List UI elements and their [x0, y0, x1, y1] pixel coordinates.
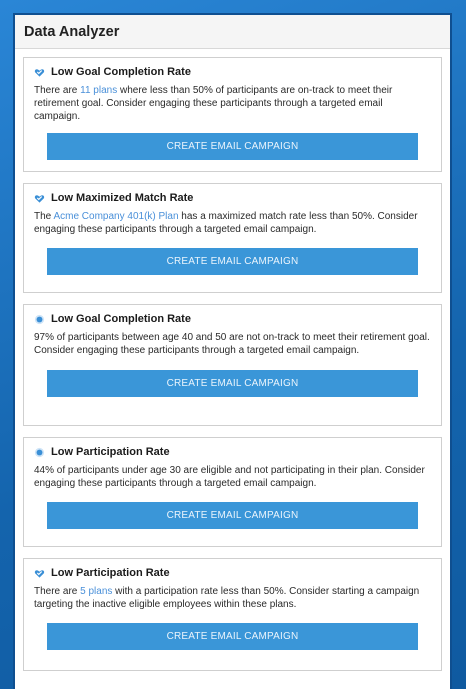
card-title-row: Low Maximized Match Rate: [34, 192, 431, 204]
target-icon: [34, 447, 45, 457]
heart-badge-icon: [34, 194, 45, 203]
plans-link[interactable]: 11 plans: [80, 85, 117, 96]
create-email-campaign-button[interactable]: CREATE EMAIL CAMPAIGN: [47, 502, 418, 529]
card-title-row: Low Goal Completion Rate: [34, 313, 431, 325]
card-description: 44% of participants under age 30 are eli…: [34, 464, 431, 490]
data-analyzer-panel: Data Analyzer Low Goal Completion Rate T…: [13, 13, 452, 689]
card-description: There are 5 plans with a participation r…: [34, 585, 431, 611]
panel-header: Data Analyzer: [15, 15, 450, 49]
insight-card: Low Participation Rate There are 5 plans…: [23, 558, 442, 671]
card-text: There are: [34, 586, 81, 597]
card-title-row: Low Participation Rate: [34, 567, 431, 579]
card-description: There are 11 plans where less than 50% o…: [34, 84, 431, 123]
card-text: There are: [34, 85, 81, 96]
card-description: The Acme Company 401(k) Plan has a maxim…: [34, 210, 431, 236]
card-text: 97% of participants between age 40 and 5…: [34, 332, 430, 356]
card-title-row: Low Goal Completion Rate: [34, 66, 431, 78]
card-title: Low Maximized Match Rate: [51, 192, 194, 204]
page-title: Data Analyzer: [24, 23, 120, 40]
card-text: The: [34, 211, 54, 222]
heart-badge-icon: [34, 68, 45, 77]
insight-list: Low Goal Completion Rate There are 11 pl…: [15, 49, 450, 671]
create-email-campaign-button[interactable]: CREATE EMAIL CAMPAIGN: [47, 248, 418, 275]
insight-card: Low Maximized Match Rate The Acme Compan…: [23, 183, 442, 293]
plan-link[interactable]: Acme Company 401(k) Plan: [53, 211, 178, 222]
card-title: Low Goal Completion Rate: [51, 313, 191, 325]
card-title-row: Low Participation Rate: [34, 446, 431, 458]
create-email-campaign-button[interactable]: CREATE EMAIL CAMPAIGN: [47, 133, 418, 160]
insight-card: Low Participation Rate 44% of participan…: [23, 437, 442, 547]
target-icon: [34, 314, 45, 324]
insight-card: Low Goal Completion Rate 97% of particip…: [23, 304, 442, 426]
create-email-campaign-button[interactable]: CREATE EMAIL CAMPAIGN: [47, 370, 418, 397]
card-description: 97% of participants between age 40 and 5…: [34, 331, 431, 357]
card-title: Low Goal Completion Rate: [51, 66, 191, 78]
card-title: Low Participation Rate: [51, 446, 170, 458]
card-title: Low Participation Rate: [51, 567, 170, 579]
card-text: 44% of participants under age 30 are eli…: [34, 465, 425, 489]
create-email-campaign-button[interactable]: CREATE EMAIL CAMPAIGN: [47, 623, 418, 650]
plans-link[interactable]: 5 plans: [80, 586, 112, 597]
heart-badge-icon: [34, 569, 45, 578]
insight-card: Low Goal Completion Rate There are 11 pl…: [23, 57, 442, 172]
